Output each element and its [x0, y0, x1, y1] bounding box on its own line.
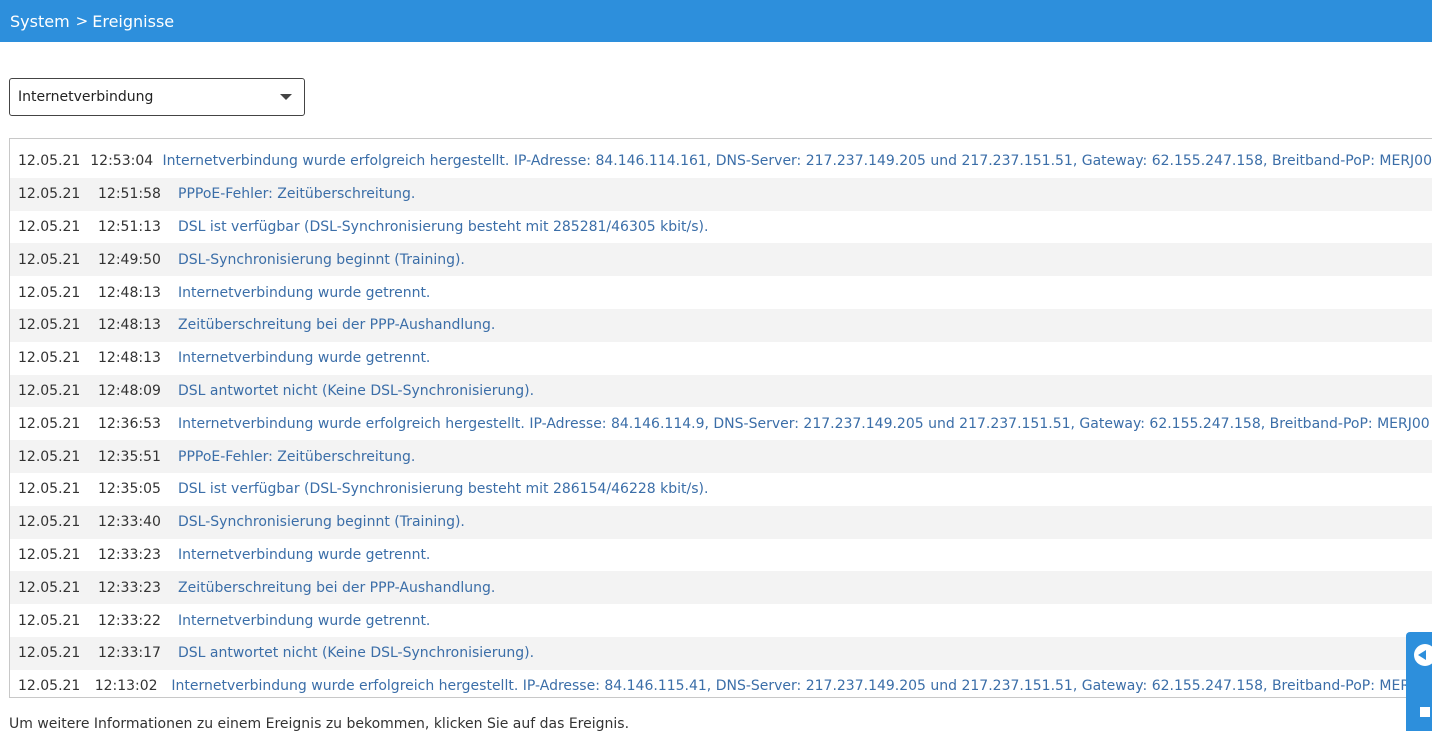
event-row[interactable]: 12.05.21 12:48:13 Internetverbindung wurde…	[10, 342, 1432, 375]
breadcrumb-separator: >	[75, 12, 89, 30]
event-message-link[interactable]: Internetverbindung wurde erfolgreich her…	[171, 678, 1432, 694]
chevron-down-icon	[280, 94, 292, 100]
event-message-link[interactable]: Zeitüberschreitung bei der PPP-Aushandlu…	[178, 580, 495, 596]
event-time: 12:36:53	[98, 415, 161, 432]
event-time: 12:48:09	[98, 382, 161, 399]
event-message-link[interactable]: DSL antwortet nicht (Keine DSL-Synchroni…	[178, 645, 534, 661]
event-date: 12.05.21	[18, 415, 81, 432]
event-row[interactable]: 12.05.21 12:13:02 Internetverbindung wurde…	[10, 670, 1432, 703]
event-date: 12.05.21	[18, 218, 81, 235]
event-filter-value: Internetverbindung	[18, 89, 154, 105]
event-message-link[interactable]: Internetverbindung wurde erfolgreich her…	[163, 153, 1432, 169]
event-row[interactable]: 12.05.21 12:33:22 Internetverbindung wurde…	[10, 604, 1432, 637]
event-time: 12:49:50	[98, 251, 161, 268]
event-message-link[interactable]: Zeitüberschreitung bei der PPP-Aushandlu…	[178, 317, 495, 333]
event-message-link[interactable]: Internetverbindung wurde getrennt.	[178, 613, 430, 629]
event-row[interactable]: 12.05.21 12:51:13 DSL ist verfügbar (DSL-S…	[10, 211, 1432, 244]
event-message-link[interactable]: Internetverbindung wurde getrennt.	[178, 350, 430, 366]
event-time: 12:35:51	[98, 448, 161, 465]
event-row[interactable]: 12.05.21 12:49:50 DSL-Synchronisierung beg…	[10, 243, 1432, 277]
event-date: 12.05.21	[18, 514, 81, 531]
event-time: 12:48:13	[98, 317, 161, 334]
event-message-link[interactable]: DSL ist verfügbar (DSL-Synchronisierung …	[178, 481, 708, 497]
event-message-link[interactable]: PPPoE-Fehler: Zeitüberschreitung.	[178, 186, 415, 202]
page-header: System > Ereignisse	[0, 0, 1432, 42]
event-row[interactable]: 12.05.21 12:33:23 Zeitüberschreitung bei d…	[10, 571, 1432, 605]
remote-support-widget[interactable]	[1406, 632, 1432, 731]
event-time: 12:35:05	[98, 481, 161, 498]
event-message-link[interactable]: DSL ist verfügbar (DSL-Synchronisierung …	[178, 219, 708, 235]
event-time: 12:53:04	[90, 153, 154, 170]
event-message-link[interactable]: DSL antwortet nicht (Keine DSL-Synchroni…	[178, 383, 534, 399]
event-message-link[interactable]: PPPoE-Fehler: Zeitüberschreitung.	[178, 449, 415, 465]
event-date: 12.05.21	[18, 251, 81, 268]
event-time: 12:33:23	[98, 579, 161, 596]
event-time: 12:48:13	[98, 284, 161, 301]
event-message-link[interactable]: Internetverbindung wurde erfolgreich her…	[178, 416, 1430, 432]
breadcrumb-parent[interactable]: System	[10, 12, 70, 31]
event-date: 12.05.21	[18, 546, 81, 563]
event-row[interactable]: 12.05.21 12:51:58 PPPoE-Fehler: Zeitübersc…	[10, 177, 1432, 211]
event-message-link[interactable]: Internetverbindung wurde getrennt.	[178, 285, 430, 301]
event-row[interactable]: 12.05.21 12:36:53 Internetverbindung wurde…	[10, 407, 1432, 440]
event-row[interactable]: 12.05.21 12:35:05 DSL ist verfügbar (DSL-S…	[10, 473, 1432, 506]
event-message-link[interactable]: DSL-Synchronisierung beginnt (Training).	[178, 252, 465, 268]
event-date: 12.05.21	[18, 481, 81, 498]
event-time: 12:33:40	[98, 514, 161, 531]
event-row[interactable]: 12.05.21 12:33:40 DSL-Synchronisierung beg…	[10, 505, 1432, 539]
event-filter-select[interactable]: Internetverbindung	[9, 78, 305, 116]
event-time: 12:48:13	[98, 350, 161, 367]
event-time: 12:33:23	[98, 546, 161, 563]
event-date: 12.05.21	[18, 382, 81, 399]
event-row[interactable]: 12.05.21 12:53:04 Internetverbindung wurde…	[10, 145, 1432, 178]
event-message-link[interactable]: DSL-Synchronisierung beginnt (Training).	[178, 514, 465, 530]
event-date: 12.05.21	[18, 579, 81, 596]
event-date: 12.05.21	[18, 284, 81, 301]
breadcrumb-current: Ereignisse	[92, 11, 175, 31]
event-time: 12:33:22	[98, 612, 161, 629]
event-hint: Um weitere Informationen zu einem Ereign…	[9, 716, 630, 731]
arrow-left-icon	[1418, 650, 1426, 660]
event-message-link[interactable]: Internetverbindung wurde getrennt.	[178, 547, 430, 563]
event-time: 12:13:02	[94, 678, 158, 695]
event-list: 12.05.21 12:53:04 Internetverbindung wurde…	[9, 138, 1432, 698]
event-row[interactable]: 12.05.21 12:33:17 DSL antwortet nicht (Kei…	[10, 636, 1432, 670]
square-icon	[1420, 707, 1430, 717]
event-date: 12.05.21	[18, 645, 81, 662]
event-date: 12.05.21	[18, 186, 81, 203]
event-date: 12.05.21	[18, 317, 81, 334]
event-row[interactable]: 12.05.21 12:35:51 PPPoE-Fehler: Zeitübersc…	[10, 440, 1432, 473]
event-date: 12.05.21	[18, 153, 81, 170]
event-date: 12.05.21	[18, 448, 81, 465]
event-time: 12:51:13	[98, 218, 161, 235]
event-row[interactable]: 12.05.21 12:48:13 Internetverbindung wurde…	[10, 276, 1432, 309]
event-row[interactable]: 12.05.21 12:48:13 Zeitüberschreitung bei d…	[10, 308, 1432, 342]
event-row[interactable]: 12.05.21 12:48:09 DSL antwortet nicht (Kei…	[10, 374, 1432, 408]
event-time: 12:51:58	[98, 186, 161, 203]
event-time: 12:33:17	[98, 645, 161, 662]
event-date: 12.05.21	[18, 612, 81, 629]
event-date: 12.05.21	[18, 350, 81, 367]
event-date: 12.05.21	[18, 678, 81, 695]
event-row[interactable]: 12.05.21 12:33:23 Internetverbindung wurde…	[10, 539, 1432, 572]
